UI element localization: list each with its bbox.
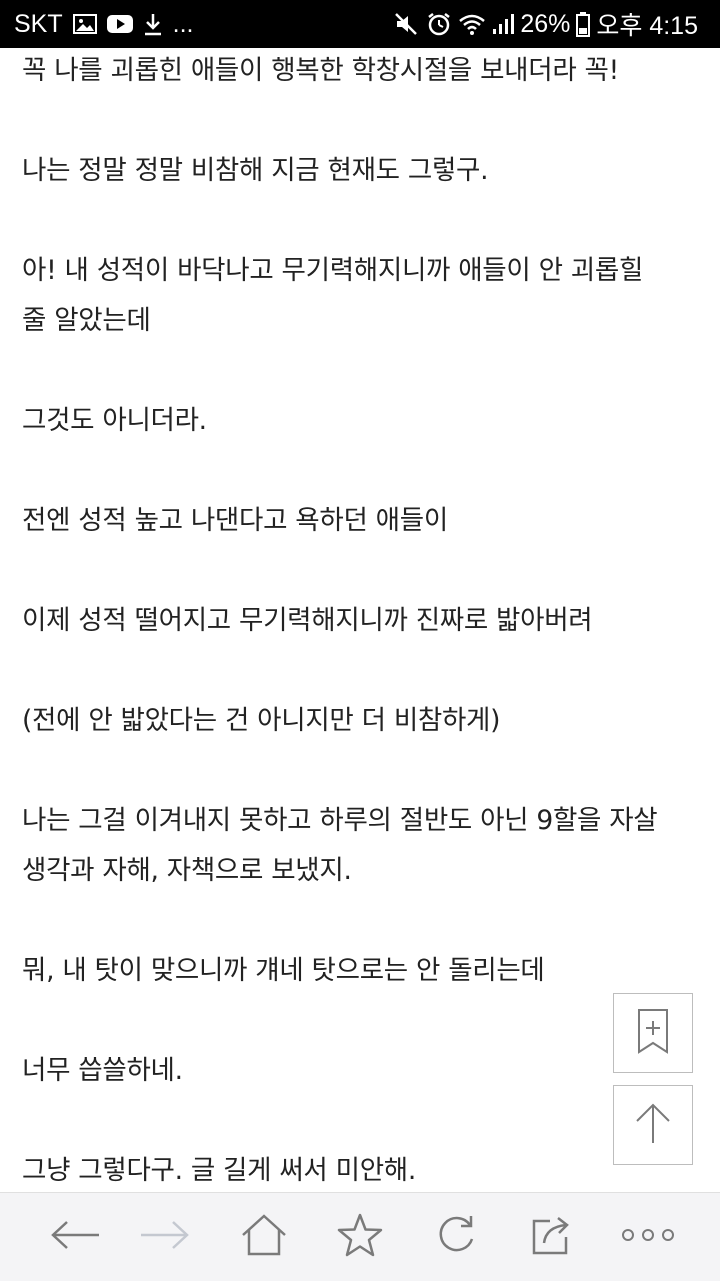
clock: 오후 4:15 xyxy=(596,12,698,40)
refresh-button[interactable] xyxy=(416,1193,496,1281)
share-icon xyxy=(530,1213,574,1261)
forward-button[interactable] xyxy=(124,1193,204,1281)
scroll-to-top-button[interactable] xyxy=(613,1085,693,1165)
add-bookmark-button[interactable] xyxy=(613,993,693,1073)
article-line: 뭐, 내 탓이 맞으니까 걔네 탓으로는 안 돌리는데 xyxy=(22,955,545,986)
status-bar-left: SKT ... xyxy=(14,0,193,48)
gallery-icon xyxy=(72,14,97,34)
article-line: 전엔 성적 높고 나댄다고 욕하던 애들이 xyxy=(22,505,448,536)
home-button[interactable] xyxy=(224,1193,304,1281)
back-button[interactable] xyxy=(36,1193,116,1281)
article-line: 그냥 그렇다구. 글 길게 써서 미안해. xyxy=(22,1155,416,1186)
article-line: 나는 정말 정말 비참해 지금 현재도 그렇구. xyxy=(22,155,489,186)
more-button[interactable] xyxy=(608,1193,688,1281)
more-icon xyxy=(621,1227,675,1247)
article-line: 꼭 나를 괴롭힌 애들이 행복한 학창시절을 보내더라 꼭! xyxy=(22,55,619,86)
star-icon xyxy=(336,1212,384,1262)
browser-toolbar xyxy=(0,1192,720,1281)
youtube-icon xyxy=(106,14,133,34)
home-icon xyxy=(240,1213,288,1261)
download-icon xyxy=(143,12,163,36)
mute-icon xyxy=(394,12,420,36)
carrier-label: SKT xyxy=(14,9,63,38)
article-line: 생각과 자해, 자책으로 보냈지. xyxy=(22,855,352,886)
signal-icon xyxy=(492,12,515,36)
arrow-left-icon xyxy=(51,1220,101,1254)
article-line: 너무 씁쓸하네. xyxy=(22,1055,183,1086)
status-bar: SKT ... 26% 오후 4:15 xyxy=(0,0,720,48)
arrow-up-icon xyxy=(633,1101,673,1149)
share-button[interactable] xyxy=(512,1193,592,1281)
article-line: 줄 알았는데 xyxy=(22,305,151,336)
notifications-more: ... xyxy=(172,9,194,38)
battery-percent: 26% xyxy=(520,9,571,38)
article-line: 그것도 아니더라. xyxy=(22,405,207,436)
battery-icon xyxy=(576,11,591,37)
article-line: 이제 성적 떨어지고 무기력해지니까 진짜로 밟아버려 xyxy=(22,605,593,636)
refresh-icon xyxy=(434,1213,478,1261)
arrow-right-icon xyxy=(139,1220,189,1254)
favorite-button[interactable] xyxy=(320,1193,400,1281)
alarm-icon xyxy=(426,11,452,37)
bookmark-add-icon xyxy=(633,1007,673,1059)
article-line: 아! 내 성적이 바닥나고 무기력해지니까 애들이 안 괴롭힐 xyxy=(22,255,644,286)
article-line: (전에 안 밟았다는 건 아니지만 더 비참하게) xyxy=(22,705,501,736)
article-line: 나는 그걸 이겨내지 못하고 하루의 절반도 아닌 9할을 자살 xyxy=(22,805,658,836)
status-bar-right: 26% 오후 4:15 xyxy=(394,0,698,48)
wifi-icon xyxy=(458,12,486,36)
